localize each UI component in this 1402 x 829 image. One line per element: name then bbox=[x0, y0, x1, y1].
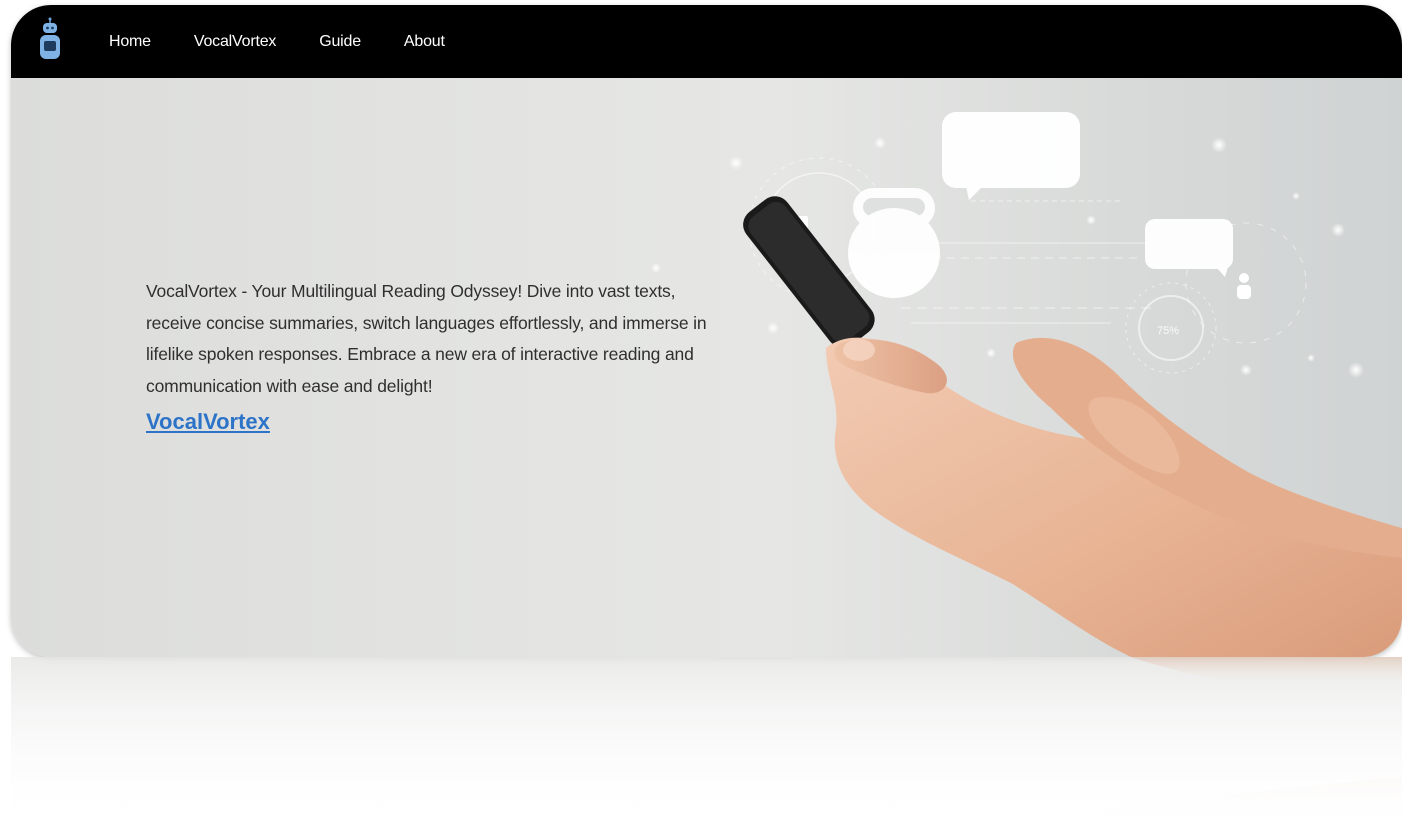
nav-guide-link[interactable]: Guide bbox=[319, 33, 361, 51]
hero-description: VocalVortex - Your Multilingual Reading … bbox=[146, 281, 707, 396]
card-reflection bbox=[11, 657, 1402, 829]
page: Home VocalVortex Guide About 75% VocalVo… bbox=[0, 0, 1402, 829]
hero-card: Home VocalVortex Guide About 75% VocalVo… bbox=[11, 5, 1402, 657]
svg-text:75%: 75% bbox=[1157, 325, 1179, 337]
nav-links: Home VocalVortex Guide About bbox=[109, 5, 488, 78]
hero-section: 75% VocalVortex - Your Multilingual Read… bbox=[11, 78, 1402, 657]
nav-vocalvortex-link[interactable]: VocalVortex bbox=[194, 33, 277, 51]
navbar: Home VocalVortex Guide About bbox=[11, 5, 1402, 78]
robot-icon[interactable] bbox=[37, 17, 63, 63]
nav-about-link[interactable]: About bbox=[404, 33, 445, 51]
nav-home-link[interactable]: Home bbox=[109, 33, 151, 51]
hero-cta-link[interactable]: VocalVortex bbox=[146, 409, 270, 435]
